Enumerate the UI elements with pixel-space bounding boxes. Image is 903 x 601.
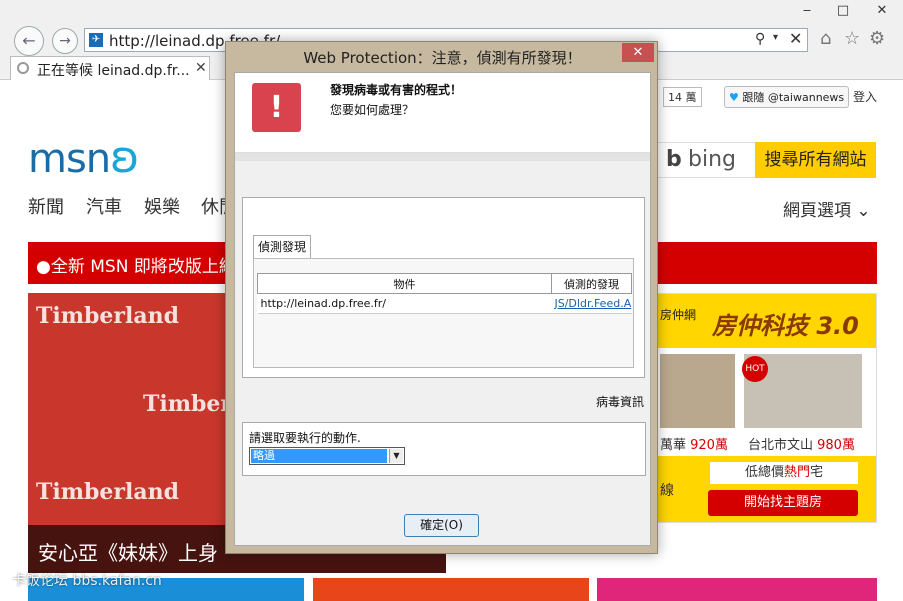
ad-header: 房仲網 房仲科技 3.0 <box>658 294 876 348</box>
dialog-question: 您要如何處理？ <box>330 103 415 117</box>
web-options-menu[interactable]: 網頁選項 ⌄ <box>783 196 871 221</box>
dialog-heading: 發現病毒或有害的程式！ <box>330 83 463 97</box>
content-tile[interactable] <box>313 578 589 601</box>
bing-search-box[interactable]: b bing <box>657 142 757 178</box>
ad-listing-1: 萬華 920萬 <box>660 434 728 453</box>
action-group: 請選取要執行的動作. 略過 ▼ <box>242 422 646 476</box>
signin-link[interactable]: 登入 <box>853 88 877 105</box>
ad-cta-button[interactable]: 開始找主題房 <box>708 490 858 516</box>
ad-low-total-highlight: 熱門 <box>783 465 810 480</box>
ad-photo-living-room <box>660 354 735 428</box>
forward-button[interactable]: → <box>52 28 78 54</box>
forum-watermark: 卡饭论坛 bbs.kafan.cn <box>12 573 162 589</box>
ad-listing-2: 台北市文山 980萬 <box>748 434 855 453</box>
search-all-sites-button[interactable]: 搜尋所有網站 <box>755 142 876 178</box>
dialog-header: ! 發現病毒或有害的程式！ 您要如何處理？ <box>235 73 650 153</box>
butterfly-icon: ʚ <box>110 132 139 183</box>
ad-brand: 房仲網 <box>660 308 697 322</box>
dialog-close-button[interactable]: ✕ <box>622 43 654 62</box>
home-icon[interactable]: ⌂ <box>820 28 831 49</box>
dialog-body: ! 發現病毒或有害的程式！ 您要如何處理？ 偵測發現 物件 偵測的發現 http… <box>234 72 651 546</box>
window-close-button[interactable]: ✕ <box>862 0 902 22</box>
action-label: 請選取要執行的動作. <box>249 431 361 445</box>
star-icon[interactable]: ☆ <box>844 28 860 49</box>
nav-entertainment[interactable]: 娛樂 <box>144 193 180 219</box>
ad-low-total-post: 宅 <box>810 465 824 480</box>
virus-info-link[interactable]: 病毒資訊 <box>596 393 644 410</box>
dialog-title: Web Protection：注意，偵測有所發現！ <box>303 49 582 67</box>
ad-listing-2-area: 台北市文山 <box>748 438 818 453</box>
tab-close-icon[interactable]: ✕ <box>195 60 207 76</box>
ad-low-total-label: 低總價熱門宅 <box>710 462 858 484</box>
nav-autos[interactable]: 汽車 <box>86 193 122 219</box>
gear-icon[interactable]: ⚙ <box>869 28 885 49</box>
bing-label: bing <box>688 147 736 172</box>
column-header-finding[interactable]: 偵測的發現 <box>551 273 632 294</box>
maximize-button[interactable]: □ <box>826 0 860 22</box>
browser-tab[interactable]: 正在等候 leinad.dp.fr... ✕ <box>10 56 210 80</box>
minimize-button[interactable]: ‒ <box>790 0 824 22</box>
detection-table: 物件 偵測的發現 http://leinad.dp.free.fr/ JS/Dl… <box>257 273 632 314</box>
detection-panel: 物件 偵測的發現 http://leinad.dp.free.fr/ JS/Dl… <box>253 258 634 368</box>
arrow-left-icon: ← <box>22 31 36 50</box>
ad-low-total-pre: 低總價 <box>744 465 784 480</box>
chevron-down-icon[interactable]: ▼ <box>389 449 403 463</box>
msn-logo-text: msn <box>28 136 111 182</box>
ad-listing-1-price: 920萬 <box>690 438 728 453</box>
ad-listing-2-price: 980萬 <box>817 438 855 453</box>
content-tile[interactable] <box>597 578 877 601</box>
ok-button[interactable]: 確定(O) <box>404 514 479 537</box>
action-selected-value: 略過 <box>251 449 387 463</box>
table-row[interactable]: http://leinad.dp.free.fr/ JS/Dldr.Feed.A <box>257 293 632 314</box>
warning-icon: ! <box>252 83 301 132</box>
timberland-logo: Timberland <box>36 479 179 505</box>
chevron-down-icon[interactable]: ▾ <box>773 32 778 43</box>
action-dropdown[interactable]: 略過 ▼ <box>249 447 405 465</box>
header-divider <box>235 153 650 161</box>
tab-detections[interactable]: 偵測發現 <box>253 235 311 259</box>
loading-spinner-icon <box>17 62 29 74</box>
threat-name-link[interactable]: JS/Dldr.Feed.A <box>555 297 632 310</box>
timberland-logo: Timberland <box>36 303 179 329</box>
ad-listing-1-area: 萬華 <box>660 438 691 453</box>
detected-object: http://leinad.dp.free.fr/ <box>257 293 552 314</box>
twitter-follow-button[interactable]: ♥ 跟隨 @taiwannews <box>724 86 850 108</box>
ad-footer: 線 低總價熱門宅 開始找主題房 <box>658 456 876 522</box>
close-icon: ✕ <box>632 45 644 60</box>
twitter-follow-label: 跟隨 @taiwannews <box>742 91 845 104</box>
twitter-bird-icon: ♥ <box>729 91 739 104</box>
back-button[interactable]: ← <box>14 26 44 56</box>
real-estate-ad[interactable]: 房仲網 房仲科技 3.0 HOT 萬華 920萬 台北市文山 980萬 線 低總… <box>657 293 877 523</box>
msn-logo[interactable]: msnʚ <box>28 132 139 183</box>
ad-partial-text: 線 <box>660 483 674 499</box>
detection-group: 偵測發現 物件 偵測的發現 http://leinad.dp.free.fr/ … <box>242 197 645 378</box>
detected-finding[interactable]: JS/Dldr.Feed.A <box>551 293 632 314</box>
column-header-object[interactable]: 物件 <box>257 273 552 294</box>
tab-label: 正在等候 leinad.dp.fr... <box>37 63 190 79</box>
bing-b-icon: b <box>666 147 682 172</box>
stop-icon[interactable]: ✕ <box>789 29 802 48</box>
search-icon[interactable]: ⚲ <box>755 31 765 47</box>
announcement-text: ●全新 MSN 即將改版上線 <box>36 257 236 277</box>
hot-badge: HOT <box>742 356 768 382</box>
ad-title: 房仲科技 3.0 <box>712 312 859 340</box>
web-protection-dialog: Web Protection：注意，偵測有所發現！ ✕ ! 發現病毒或有害的程式… <box>225 41 658 554</box>
site-favicon-icon: ✈ <box>89 33 103 47</box>
facebook-like-count[interactable]: 14 萬 <box>663 87 702 107</box>
nav-news[interactable]: 新聞 <box>28 193 64 219</box>
arrow-right-icon: → <box>59 33 71 49</box>
hero-caption[interactable]: 安心亞《妹妹》上身 <box>38 537 218 566</box>
